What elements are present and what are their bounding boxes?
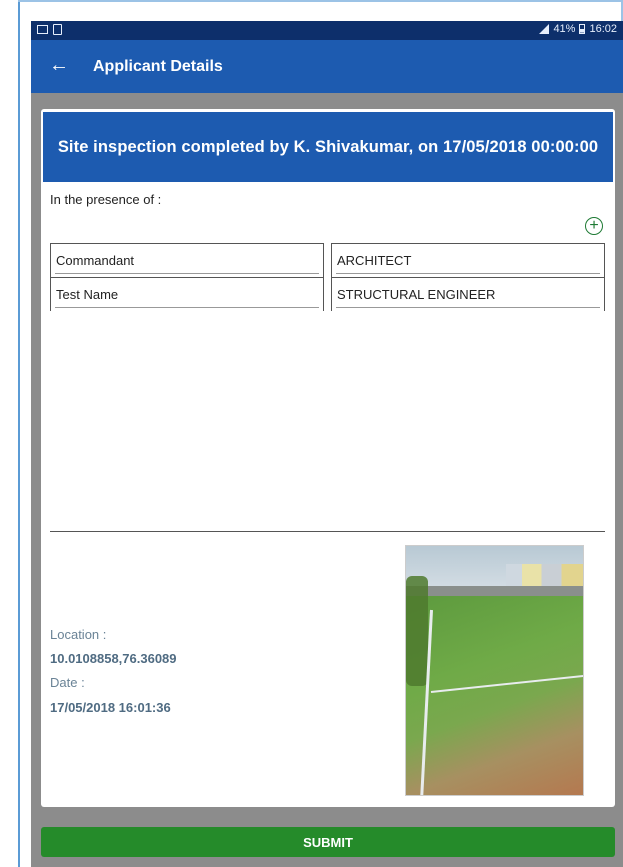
field-underline — [336, 307, 600, 308]
photo-field — [406, 596, 583, 795]
location-label: Location : — [50, 627, 107, 642]
app-bar: ← Applicant Details — [31, 40, 623, 93]
attendee-role: STRUCTURAL ENGINEER — [337, 287, 496, 302]
attendee-name: Commandant — [56, 253, 135, 268]
date-value: 17/05/2018 16:01:36 — [50, 700, 171, 715]
attendee-role: ARCHITECT — [337, 253, 412, 268]
date-label: Date : — [50, 675, 85, 690]
frame-border-left — [18, 0, 20, 867]
attendee-name-field[interactable]: Test Name — [50, 277, 324, 311]
phone-screen: 41% 16:02 ← Applicant Details Site inspe… — [31, 21, 623, 867]
presence-label: In the presence of : — [50, 192, 162, 207]
clock: 16:02 — [589, 23, 617, 35]
inspection-card: Site inspection completed by K. Shivakum… — [41, 109, 615, 807]
section-divider — [50, 531, 605, 532]
field-underline — [55, 307, 319, 308]
battery-percent: 41% — [553, 23, 576, 35]
status-bar: 41% 16:02 — [31, 21, 623, 40]
attendees-table: Commandant ARCHITECT Test Name STRUCTURA… — [50, 243, 605, 311]
arrow-left-icon[interactable]: ← — [49, 54, 69, 77]
photo-wall — [406, 586, 583, 596]
attendee-name-field[interactable]: Commandant — [50, 243, 324, 277]
field-underline — [55, 273, 319, 274]
photo-tree — [406, 576, 428, 686]
attendee-name: Test Name — [56, 287, 119, 302]
location-value: 10.0108858,76.36089 — [50, 651, 177, 666]
table-row: Test Name STRUCTURAL ENGINEER — [50, 277, 605, 311]
attendee-role-field[interactable]: ARCHITECT — [331, 243, 605, 277]
inspection-banner: Site inspection completed by K. Shivakum… — [43, 112, 613, 182]
plus-circle-icon[interactable]: + — [585, 217, 603, 235]
site-photo[interactable] — [405, 545, 584, 796]
table-row: Commandant ARCHITECT — [50, 243, 605, 277]
field-underline — [336, 273, 600, 274]
frame-border-top — [18, 0, 623, 2]
battery-icon — [579, 24, 586, 34]
screenshot-notification-icon — [53, 24, 62, 35]
signal-icon — [539, 24, 550, 34]
image-notification-icon — [37, 25, 48, 34]
attendee-role-field[interactable]: STRUCTURAL ENGINEER — [331, 277, 605, 311]
page-title: Applicant Details — [93, 58, 223, 75]
submit-button[interactable]: SUBMIT — [41, 827, 615, 857]
